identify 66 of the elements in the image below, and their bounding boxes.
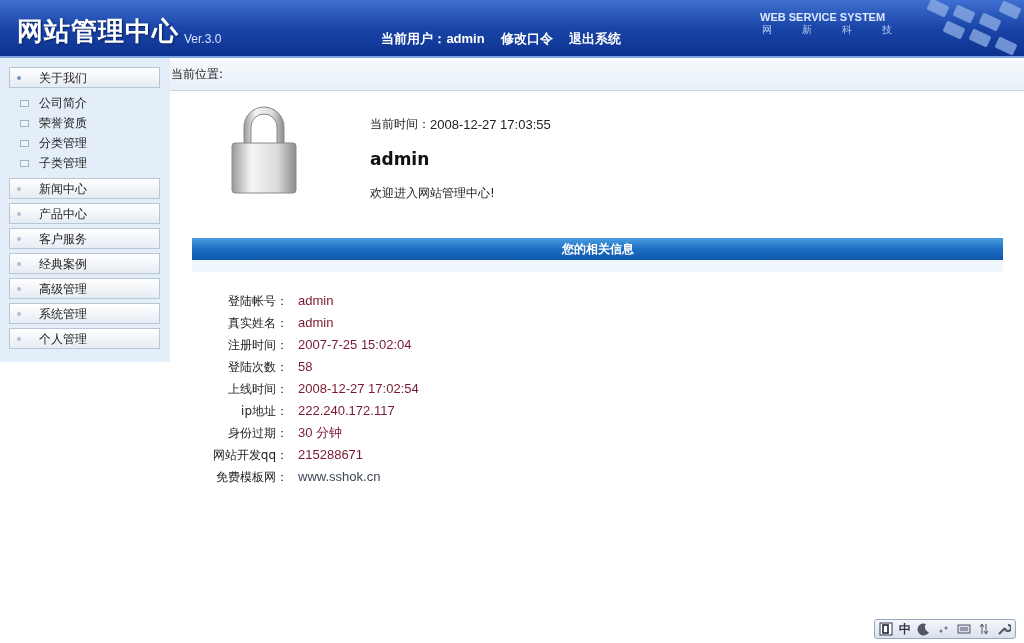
field-value: 30 分钟 (298, 424, 343, 443)
sidebar-menu-header[interactable]: 新闻中心 (9, 178, 160, 199)
sidebar-menu-header[interactable]: 客户服务 (9, 228, 160, 249)
welcome-message: 欢迎进入网站管理中心! (370, 185, 496, 202)
time-label: 当前时间： (370, 116, 430, 133)
field-label: 上线时间： (227, 381, 288, 398)
sidebar-link[interactable]: 公司简介 (39, 94, 87, 112)
field-value: admin (298, 292, 334, 311)
bullet-icon (17, 236, 21, 241)
field-label: 免费模板网： (215, 469, 288, 486)
brand-text: WEB SERVICE SYSTEM (760, 11, 887, 24)
sidebar-link[interactable]: 荣誉资质 (39, 114, 87, 132)
bullet-icon (17, 336, 21, 341)
wrench-icon[interactable] (997, 622, 1011, 636)
list-icon (20, 99, 29, 107)
site-title: 网站管理中心 (17, 14, 179, 48)
ime-icon[interactable] (879, 622, 893, 636)
section-title-bar: 您的相关信息 (192, 238, 1003, 260)
sidebar-link[interactable]: 子类管理 (39, 154, 87, 172)
bullet-icon (17, 211, 21, 216)
field-label: 真实姓名： (227, 315, 288, 332)
padlock-icon (228, 105, 300, 197)
field-label: 登陆次数： (227, 359, 288, 376)
sidebar-menu-header[interactable]: 系统管理 (9, 303, 160, 324)
field-value: 58 (298, 358, 313, 377)
list-icon (20, 119, 29, 127)
time-value: 2008-12-27 17:03:55 (430, 116, 551, 134)
field-value: 222.240.172.117 (298, 402, 395, 421)
sidebar-link[interactable]: 分类管理 (39, 134, 87, 152)
brand-subtext: 科 (842, 24, 852, 35)
moon-icon[interactable] (917, 622, 931, 636)
field-label: 网站开发qq： (211, 447, 288, 464)
current-user-name: admin (446, 30, 485, 49)
arrows-icon[interactable] (977, 622, 991, 636)
bullet-icon (17, 311, 21, 316)
brand-subtext: 技 (882, 24, 892, 35)
field-value: admin (298, 314, 334, 333)
field-value: 215288671 (298, 446, 364, 465)
field-label: ip地址： (240, 403, 288, 420)
bullet-icon (17, 186, 21, 191)
input-mode-button[interactable]: 中 (899, 620, 911, 638)
website-link[interactable]: www.sshok.cn (298, 467, 381, 487)
bullet-icon (17, 286, 21, 291)
user-name: admin (370, 147, 431, 171)
bullet-icon (17, 75, 21, 80)
sidebar-menu-header[interactable]: 高级管理 (9, 278, 160, 299)
bullet-icon (17, 261, 21, 266)
field-label: 登陆帐号： (227, 293, 288, 310)
field-value: 2008-12-27 17:02:54 (298, 380, 419, 399)
list-icon (20, 159, 29, 167)
sidebar-menu-header[interactable]: 产品中心 (9, 203, 160, 224)
field-label: 身份过期： (227, 425, 288, 442)
field-value: 2007-7-25 15:02:04 (298, 336, 412, 355)
keyboard-icon[interactable] (957, 622, 971, 636)
sidebar-menu-header[interactable]: 关于我们 (9, 67, 160, 88)
field-label: 注册时间： (227, 337, 288, 354)
header-link[interactable]: 修改口令 (500, 29, 553, 49)
list-icon (20, 139, 29, 147)
breadcrumb-label: 当前位置: (171, 66, 224, 83)
version-label: Ver.3.0 (184, 30, 222, 48)
sidebar-menu-header[interactable]: 经典案例 (9, 253, 160, 274)
brand-subtext: 新 (802, 24, 812, 35)
sidebar-menu-header[interactable]: 个人管理 (9, 328, 160, 349)
current-user-label: 当前用户： (381, 30, 447, 49)
brand-subtext: 网 (762, 24, 772, 35)
header-link[interactable]: 退出系统 (568, 29, 621, 49)
